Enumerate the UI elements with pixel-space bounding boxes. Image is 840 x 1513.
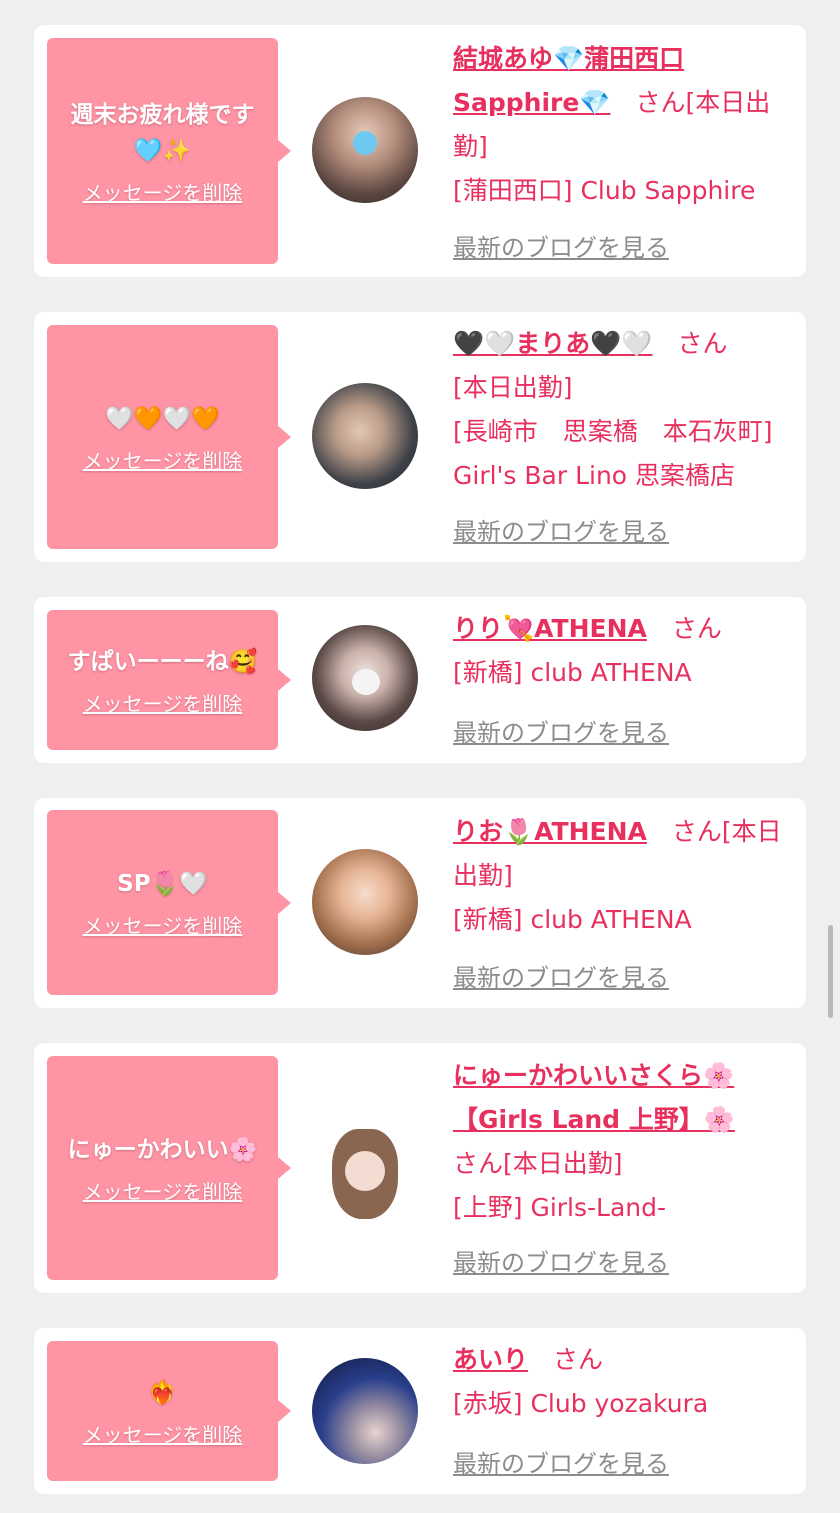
message-text: にゅーかわいい🌸 [67, 1136, 258, 1163]
cast-info: あいり さん [赤坂] Club yozakura [453, 1338, 798, 1426]
message-card: ❤️‍🔥 メッセージを削除 あいり さん [赤坂] Club yozakura … [34, 1328, 806, 1494]
delete-message-link[interactable]: メッセージを削除 [83, 1176, 243, 1205]
honorific: さん [553, 1345, 604, 1374]
avatar[interactable] [312, 849, 418, 955]
message-text: すぱいーーーね🥰 [67, 648, 258, 675]
delete-message-link[interactable]: メッセージを削除 [83, 177, 243, 206]
shop-text: [新橋] club ATHENA [453, 905, 692, 934]
latest-blog-link[interactable]: 最新のブログを見る [453, 958, 669, 993]
cast-name-link[interactable]: りり💘ATHENA [453, 614, 647, 643]
honorific: さん [453, 1149, 504, 1178]
message-card: 週末お疲れ様です🩵✨ メッセージを削除 結城あゆ💎蒲田西口Sapphire💎 さ… [34, 25, 806, 277]
latest-blog-link[interactable]: 最新のブログを見る [453, 1243, 669, 1278]
message-text: 週末お疲れ様です🩵✨ [70, 101, 255, 164]
latest-blog-link[interactable]: 最新のブログを見る [453, 1444, 669, 1479]
status-text: [本日出勤] [453, 373, 573, 402]
avatar[interactable] [312, 625, 418, 731]
message-bubble: ❤️‍🔥 メッセージを削除 [47, 1341, 291, 1481]
message-text: ❤️‍🔥 [148, 1379, 177, 1406]
message-card: SP🌷🤍 メッセージを削除 りお🌷ATHENA さん[本日出勤] [新橋] cl… [34, 798, 806, 1008]
shop-text: [赤坂] Club yozakura [453, 1389, 709, 1418]
shop-text: [新橋] club ATHENA [453, 658, 692, 687]
cast-name-link[interactable]: 🖤🤍まりあ🖤🤍 [453, 329, 653, 358]
message-bubble: SP🌷🤍 メッセージを削除 [47, 810, 291, 995]
message-bubble: すぱいーーーね🥰 メッセージを削除 [47, 610, 291, 750]
cast-info: にゅーかわいいさくら🌸【Girls Land 上野】🌸 さん[本日出勤] [上野… [453, 1054, 798, 1230]
avatar[interactable] [312, 1358, 418, 1464]
message-text: SP🌷🤍 [117, 871, 208, 897]
message-card: 🤍🧡🤍🧡 メッセージを削除 🖤🤍まりあ🖤🤍 さん [本日出勤] [長崎市 思案橋… [34, 312, 806, 562]
avatar[interactable] [312, 383, 418, 489]
message-text: 🤍🧡🤍🧡 [105, 405, 220, 432]
cast-info: りお🌷ATHENA さん[本日出勤] [新橋] club ATHENA [453, 810, 798, 942]
latest-blog-link[interactable]: 最新のブログを見る [453, 713, 669, 748]
honorific: さん [635, 88, 686, 117]
heart-sticker-icon [353, 131, 377, 155]
delete-message-link[interactable]: メッセージを削除 [83, 910, 243, 939]
message-card: すぱいーーーね🥰 メッセージを削除 りり💘ATHENA さん [新橋] club… [34, 597, 806, 763]
latest-blog-link[interactable]: 最新のブログを見る [453, 228, 669, 263]
message-bubble: にゅーかわいい🌸 メッセージを削除 [47, 1056, 291, 1280]
cast-info: りり💘ATHENA さん [新橋] club ATHENA [453, 607, 798, 695]
honorific: さん [671, 817, 722, 846]
heart-sticker-icon [352, 669, 380, 695]
avatar[interactable] [312, 97, 418, 203]
message-bubble: 週末お疲れ様です🩵✨ メッセージを削除 [47, 38, 291, 264]
honorific: さん [671, 614, 722, 643]
cast-info: 結城あゆ💎蒲田西口Sapphire💎 さん[本日出勤] [蒲田西口] Club … [453, 37, 798, 213]
cast-name-link[interactable]: にゅーかわいいさくら🌸【Girls Land 上野】🌸 [453, 1061, 735, 1134]
scrollbar[interactable] [828, 925, 833, 1018]
honorific: さん [677, 329, 728, 358]
shop-text: [上野] Girls-Land- [453, 1193, 667, 1222]
shop-text: [長崎市 思案橋 本石灰町] Girl's Bar Lino 思案橋店 [453, 417, 773, 490]
status-text: [本日出勤] [503, 1149, 623, 1178]
cast-name-link[interactable]: りお🌷ATHENA [453, 817, 647, 846]
message-card: にゅーかわいい🌸 メッセージを削除 にゅーかわいいさくら🌸【Girls Land… [34, 1043, 806, 1293]
shop-text: [蒲田西口] Club Sapphire [453, 176, 756, 205]
latest-blog-link[interactable]: 最新のブログを見る [453, 512, 669, 547]
delete-message-link[interactable]: メッセージを削除 [83, 1419, 243, 1448]
delete-message-link[interactable]: メッセージを削除 [83, 688, 243, 717]
face-shape [345, 1151, 385, 1191]
avatar[interactable] [312, 1115, 418, 1221]
cast-info: 🖤🤍まりあ🖤🤍 さん [本日出勤] [長崎市 思案橋 本石灰町] Girl's … [453, 322, 798, 498]
cast-name-link[interactable]: あいり [453, 1345, 528, 1374]
message-bubble: 🤍🧡🤍🧡 メッセージを削除 [47, 325, 291, 549]
delete-message-link[interactable]: メッセージを削除 [83, 445, 243, 474]
